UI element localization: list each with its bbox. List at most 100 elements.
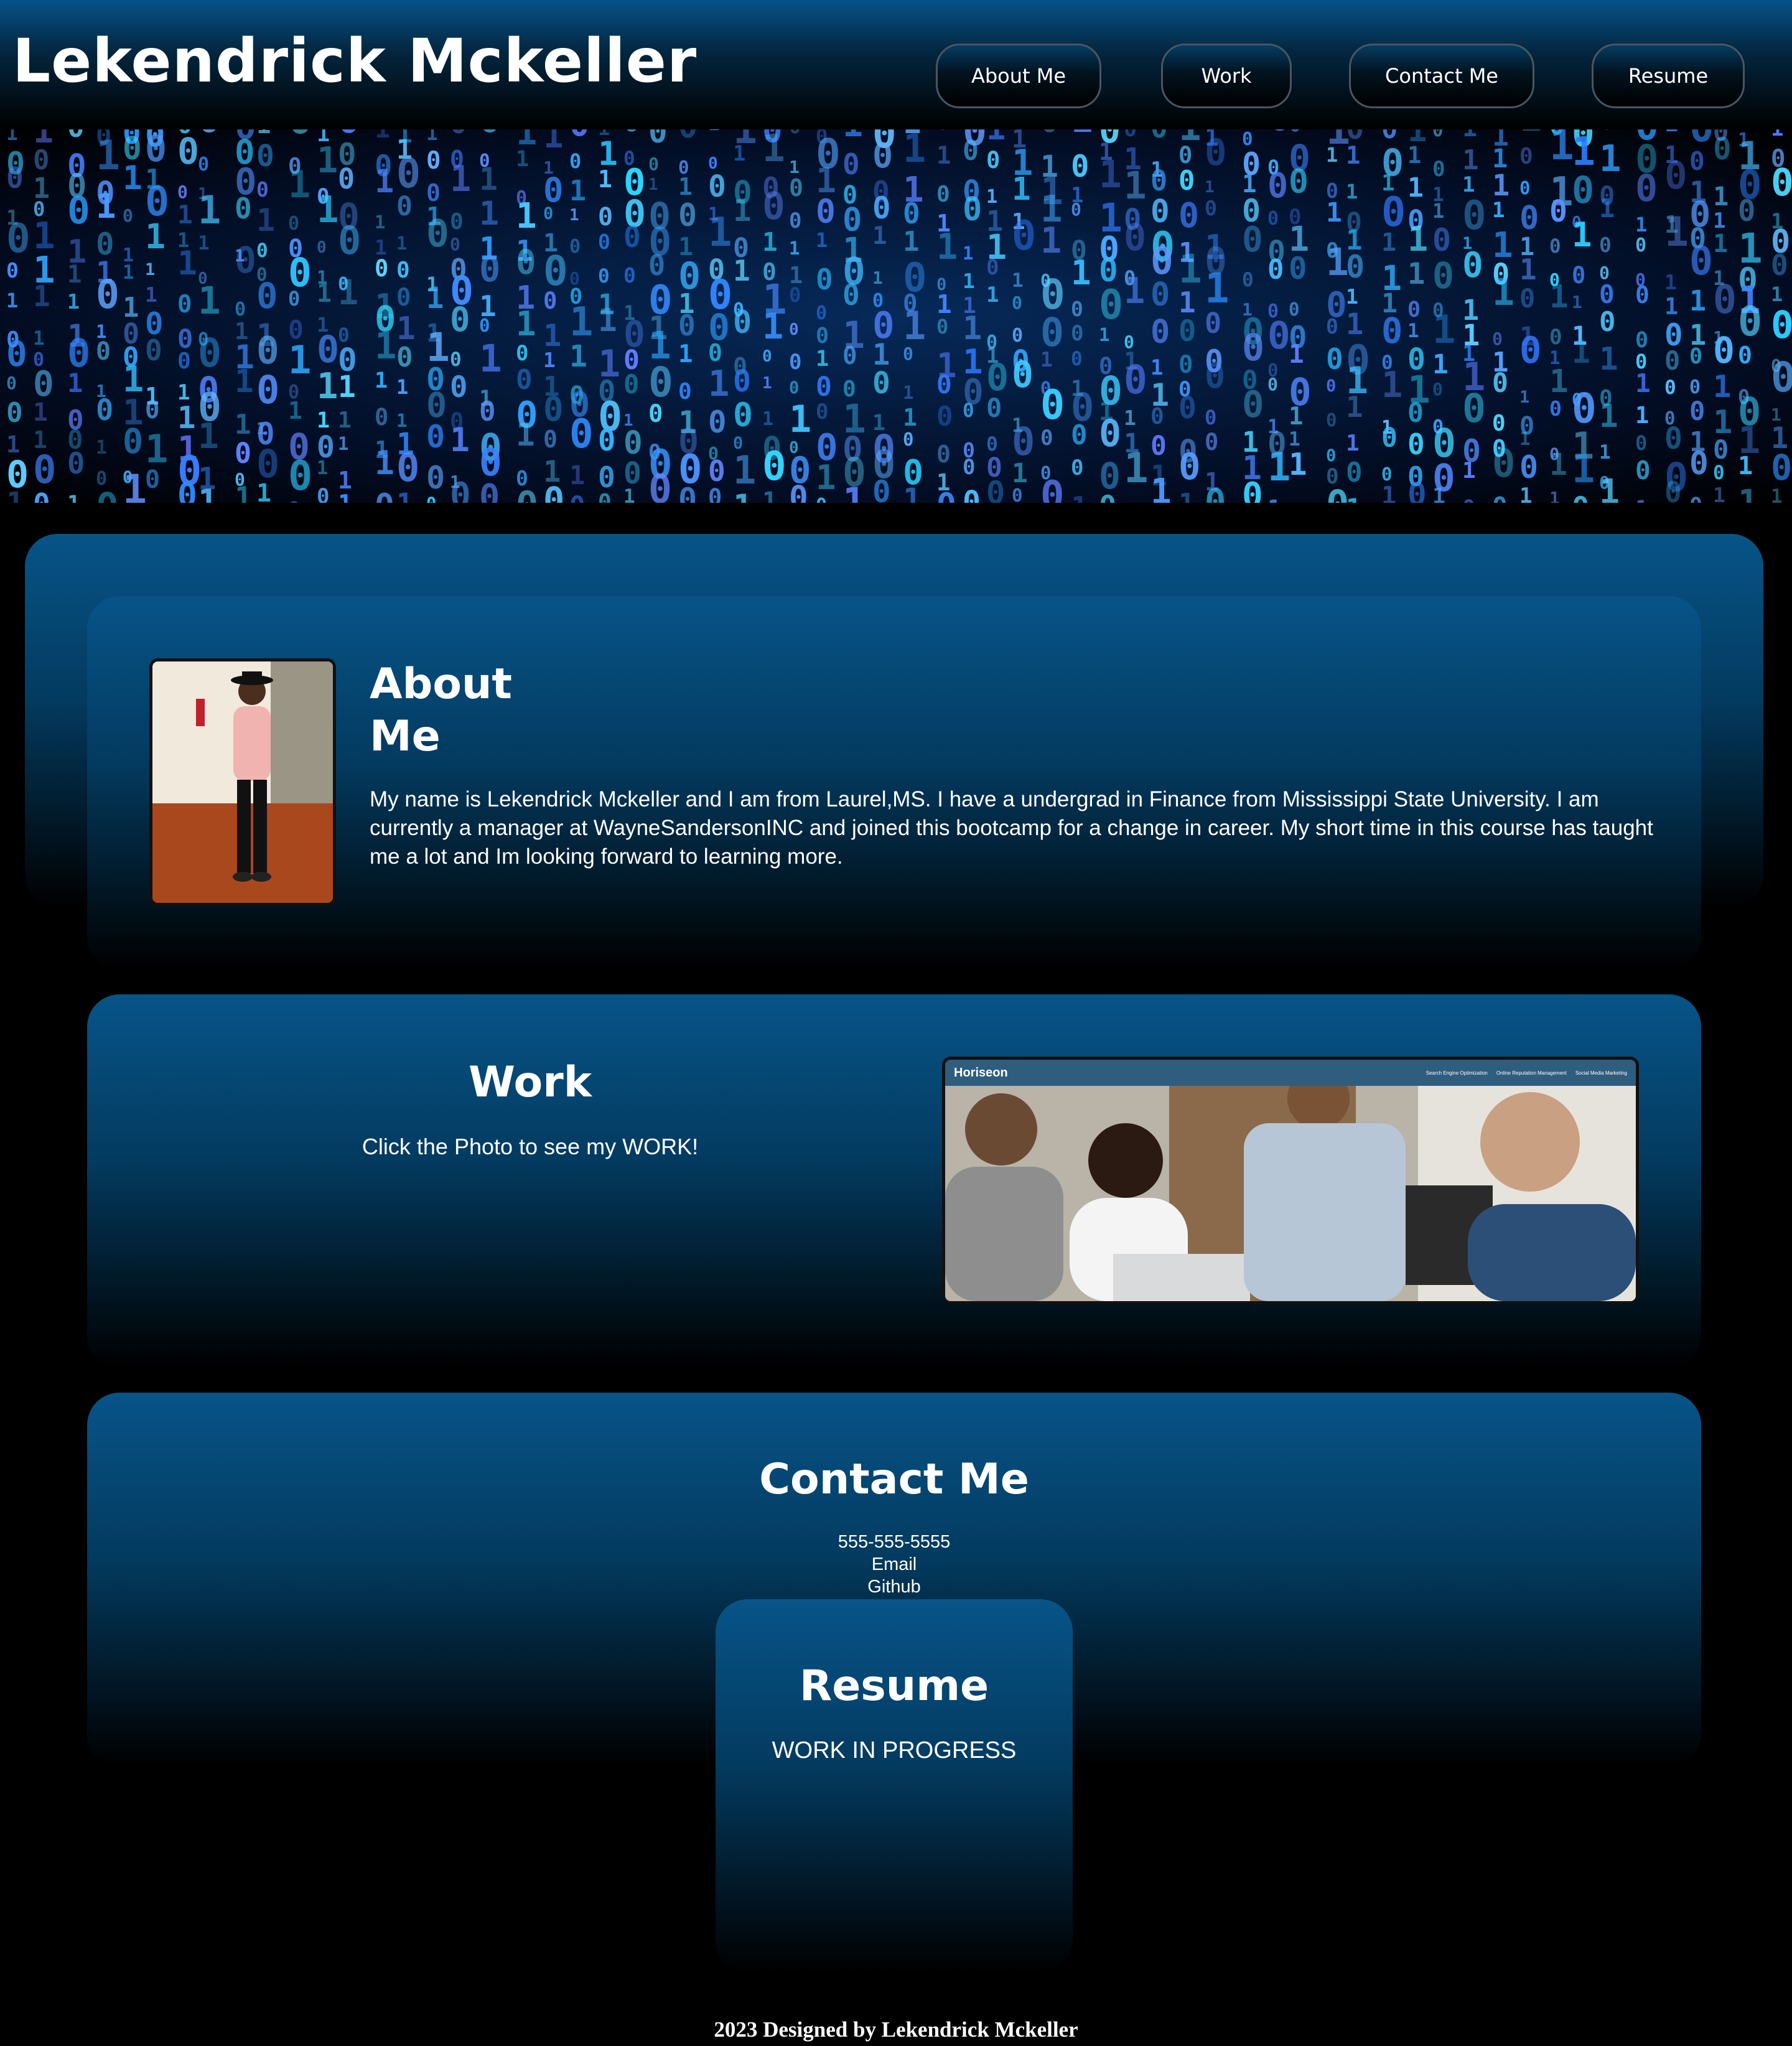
- binary-digit: 0: [1664, 154, 1687, 198]
- binary-digit: 0: [1071, 455, 1083, 480]
- binary-digit: 1: [33, 279, 50, 313]
- binary-digit: 0: [903, 197, 920, 230]
- binary-digit: 0: [1040, 382, 1065, 429]
- contact-email-link[interactable]: Email: [872, 1554, 917, 1574]
- nav-about-me[interactable]: About Me: [936, 44, 1101, 108]
- binary-digit: 0: [789, 378, 799, 398]
- binary-digit: 0: [1242, 220, 1263, 260]
- binary-digit: 1: [375, 324, 397, 367]
- binary-digit: 0: [479, 315, 490, 336]
- binary-digit: 1: [1572, 215, 1592, 255]
- nav-work[interactable]: Work: [1161, 44, 1292, 108]
- binary-digit: 1: [1205, 178, 1215, 197]
- binary-digit: 0: [396, 258, 410, 283]
- binary-digit: 0: [450, 234, 460, 255]
- binary-digit: 1: [177, 200, 193, 230]
- binary-digit: 1: [1462, 144, 1479, 176]
- binary-digit: 1: [569, 460, 585, 490]
- hero-banner: 1001001000010110101111001100000011110100…: [0, 129, 1792, 503]
- binary-digit: 0: [733, 364, 751, 399]
- binary-digit: 0: [1738, 299, 1762, 345]
- binary-digit: 0: [1462, 245, 1483, 286]
- thumbnail-link: Online Reputation Management: [1496, 1070, 1567, 1076]
- binary-digit: 0: [96, 393, 113, 427]
- binary-digit: 0: [986, 475, 1005, 503]
- binary-digit: 1: [1071, 490, 1088, 503]
- binary-digit: 0: [789, 129, 801, 138]
- binary-digit: 1: [6, 486, 24, 503]
- binary-digit: 0: [396, 284, 411, 312]
- binary-digit: 0: [317, 328, 339, 371]
- profile-photo: [149, 658, 336, 906]
- binary-digit: 1: [816, 347, 829, 371]
- binary-digit: 1: [1346, 180, 1358, 203]
- binary-digit: 0: [623, 220, 641, 254]
- about-text: My name is Lekendrick Mckeller and I am …: [370, 787, 1653, 869]
- binary-digit: 1: [96, 187, 116, 226]
- nav-resume[interactable]: Resume: [1592, 44, 1745, 108]
- binary-digit: 0: [426, 212, 449, 256]
- binary-digit: 1: [903, 482, 922, 503]
- binary-digit: 1: [733, 141, 745, 166]
- binary-digit: 0: [842, 278, 860, 312]
- binary-digit: 1: [1713, 230, 1728, 258]
- binary-digit: 0: [6, 334, 27, 375]
- binary-digit: 1: [1519, 428, 1530, 449]
- binary-digit: 1: [235, 363, 254, 400]
- binary-digit: 0: [1635, 455, 1651, 485]
- binary-digit: 0: [235, 239, 256, 281]
- binary-digit: 0: [1150, 129, 1168, 144]
- binary-digit: 0: [1664, 345, 1680, 376]
- binary-digit: 0: [33, 447, 56, 492]
- binary-digit: 0: [1462, 386, 1486, 431]
- binary-digit: 0: [1572, 491, 1589, 503]
- binary-digit: 0: [1242, 326, 1264, 370]
- binary-digit: 0: [543, 426, 558, 453]
- binary-digit: 0: [1150, 431, 1167, 462]
- binary-digit: 0: [1519, 283, 1535, 314]
- binary-digit: 0: [1205, 429, 1218, 455]
- binary-digit: 1: [145, 217, 166, 256]
- binary-digit: 1: [598, 302, 617, 339]
- binary-digit: 0: [6, 397, 23, 429]
- binary-digit: 1: [1407, 172, 1424, 203]
- binary-digit: 1: [198, 279, 221, 323]
- binary-digit: 0: [816, 193, 836, 231]
- binary-digit: 1: [1664, 293, 1678, 320]
- binary-digit: 0: [789, 283, 801, 307]
- binary-digit: 1: [426, 281, 444, 315]
- work-project-thumbnail[interactable]: Horiseon Search Engine Optimization Onli…: [942, 1057, 1639, 1304]
- binary-digit: 1: [733, 447, 756, 493]
- binary-digit: 0: [1150, 276, 1170, 314]
- resume-title: Resume: [799, 1661, 989, 1711]
- binary-digit: 0: [1071, 297, 1083, 321]
- binary-digit: 0: [1492, 492, 1508, 503]
- binary-digit: 1: [1012, 171, 1031, 208]
- binary-digit: 1: [903, 129, 926, 171]
- binary-digit: 0: [678, 482, 697, 503]
- binary-digit: 1: [198, 416, 219, 457]
- binary-digit: 1: [1124, 271, 1145, 312]
- binary-digit: 1: [145, 283, 157, 307]
- contact-github-link[interactable]: Github: [867, 1577, 920, 1597]
- binary-digit: 1: [986, 283, 999, 307]
- binary-digit: 1: [1012, 269, 1024, 292]
- binary-digit: 1: [936, 227, 958, 268]
- binary-digit: 0: [1289, 163, 1309, 201]
- nav-contact-me[interactable]: Contact Me: [1349, 44, 1534, 108]
- binary-digit: 0: [235, 299, 246, 320]
- binary-digit: 0: [986, 147, 1000, 174]
- binary-digit: 0: [1150, 164, 1167, 197]
- thumbnail-navbar: Horiseon Search Engine Optimization Onli…: [945, 1060, 1636, 1086]
- binary-digit: 0: [177, 291, 192, 319]
- binary-digit: 0: [1326, 409, 1337, 431]
- binary-digit: 1: [450, 421, 470, 459]
- binary-digit: 1: [1549, 279, 1569, 315]
- binary-digit: 0: [396, 445, 419, 490]
- binary-digit: 0: [256, 139, 274, 174]
- binary-digit: 1: [1599, 472, 1620, 503]
- binary-digit: 0: [1713, 131, 1732, 167]
- binary-digit: 1: [450, 159, 471, 200]
- binary-digit: 0: [1689, 396, 1705, 426]
- binary-digit: 0: [936, 315, 948, 339]
